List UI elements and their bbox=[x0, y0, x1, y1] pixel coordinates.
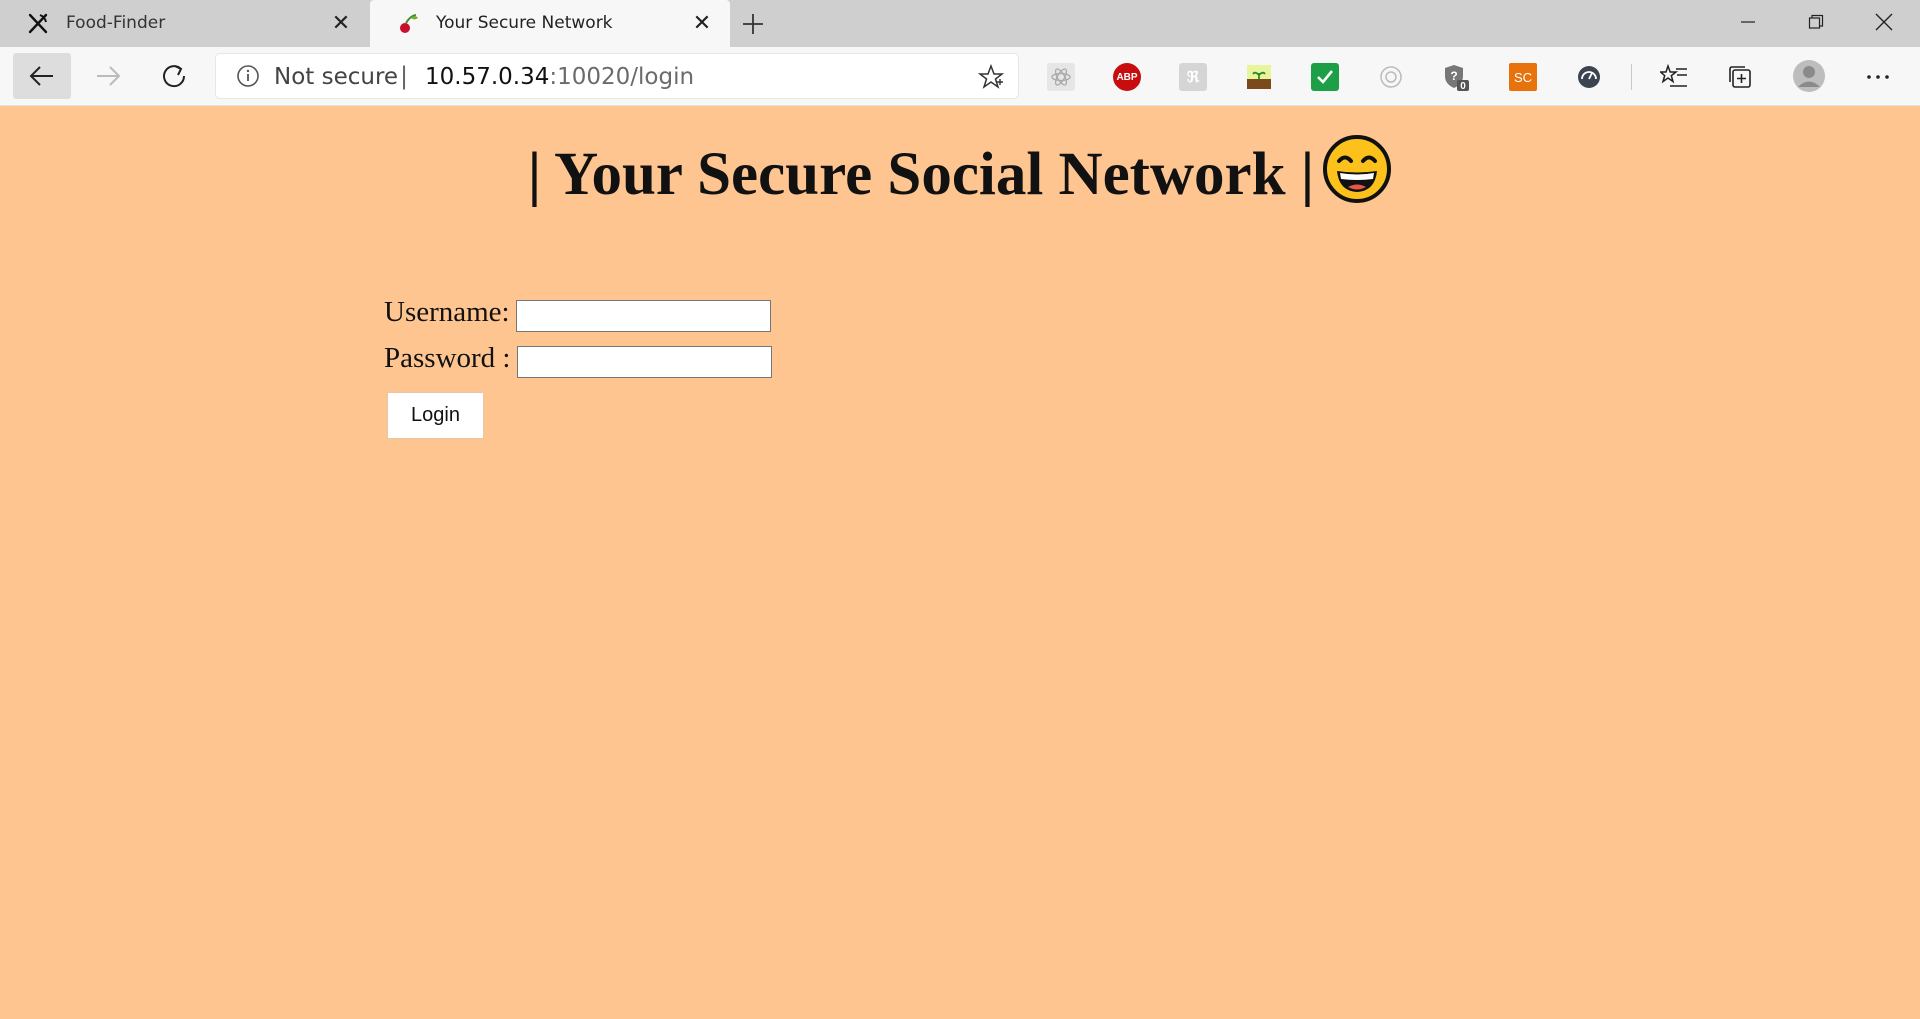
login-button[interactable]: Login bbox=[387, 392, 484, 439]
toolbar-divider bbox=[1631, 64, 1632, 90]
page-content: | Your Secure Social Network | Username:… bbox=[0, 106, 1920, 1019]
username-label: Username: bbox=[384, 296, 510, 328]
more-options-icon[interactable] bbox=[1864, 63, 1892, 91]
profile-avatar-icon[interactable] bbox=[1792, 59, 1826, 93]
page-title: | Your Secure Social Network | bbox=[527, 141, 1315, 208]
tampermonkey-icon[interactable]: ℜ bbox=[1179, 63, 1207, 91]
password-label: Password : bbox=[384, 342, 511, 374]
minimize-button[interactable] bbox=[1715, 0, 1781, 44]
address-bar[interactable]: Not secure | 10.57.0.34:10020/login bbox=[216, 54, 1018, 98]
sc-extension-icon[interactable]: SC bbox=[1509, 63, 1537, 91]
tab-food-finder[interactable]: Food-Finder ✕ bbox=[0, 0, 369, 47]
privacy-badger-count: 0 bbox=[1460, 81, 1466, 91]
username-input[interactable] bbox=[516, 300, 771, 332]
browser-toolbar: Not secure | 10.57.0.34:10020/login ABP … bbox=[0, 47, 1920, 106]
password-input[interactable] bbox=[517, 346, 772, 378]
tab-strip: Food-Finder ✕ Your Secure Network ✕ bbox=[0, 0, 1920, 47]
page-heading: | Your Secure Social Network | bbox=[0, 134, 1920, 210]
fork-knife-icon bbox=[25, 11, 51, 37]
cherry-favicon-icon bbox=[395, 11, 421, 37]
info-icon[interactable] bbox=[236, 64, 260, 88]
reload-icon bbox=[163, 65, 186, 88]
arrow-right-icon bbox=[97, 66, 121, 86]
sc-label: SC bbox=[1513, 69, 1533, 85]
security-label[interactable]: Not secure bbox=[274, 64, 398, 90]
url-path: :10020/login bbox=[549, 64, 695, 90]
reload-button[interactable] bbox=[145, 53, 203, 99]
checkmark-extension-icon[interactable] bbox=[1311, 63, 1339, 91]
tab-title: Food-Finder bbox=[66, 13, 166, 33]
password-row: Password : bbox=[384, 342, 772, 378]
url-host: 10.57.0.34 bbox=[425, 64, 550, 90]
close-window-button[interactable] bbox=[1851, 0, 1917, 44]
extension-plant-icon[interactable] bbox=[1245, 63, 1273, 91]
speed-dial-icon[interactable] bbox=[1575, 63, 1603, 91]
adblock-plus-icon[interactable]: ABP bbox=[1113, 63, 1141, 91]
new-tab-button[interactable] bbox=[737, 8, 769, 40]
tab-close-icon[interactable]: ✕ bbox=[690, 11, 714, 36]
tab-close-icon[interactable]: ✕ bbox=[329, 11, 353, 36]
collections-icon[interactable] bbox=[1726, 63, 1754, 91]
arrow-left-icon bbox=[29, 66, 53, 86]
username-row: Username: bbox=[384, 296, 771, 332]
privacy-badger-icon[interactable]: ? 0 bbox=[1443, 63, 1471, 91]
tab-title: Your Secure Network bbox=[436, 13, 613, 33]
back-button[interactable] bbox=[13, 53, 71, 99]
abp-label: ABP bbox=[1116, 71, 1138, 83]
forward-button[interactable] bbox=[79, 53, 137, 99]
restore-button[interactable] bbox=[1783, 0, 1849, 44]
svg-text:?: ? bbox=[1450, 69, 1457, 83]
react-devtools-icon[interactable] bbox=[1047, 63, 1075, 91]
favorites-icon[interactable] bbox=[1660, 63, 1688, 91]
tab-your-secure-network[interactable]: Your Secure Network ✕ bbox=[370, 0, 730, 47]
url-text[interactable]: 10.57.0.34:10020/login bbox=[425, 64, 694, 90]
extension-circle-icon[interactable] bbox=[1377, 63, 1405, 91]
star-icon[interactable] bbox=[977, 63, 1005, 90]
grinning-face-icon bbox=[1322, 134, 1392, 204]
url-separator: | bbox=[400, 62, 409, 90]
